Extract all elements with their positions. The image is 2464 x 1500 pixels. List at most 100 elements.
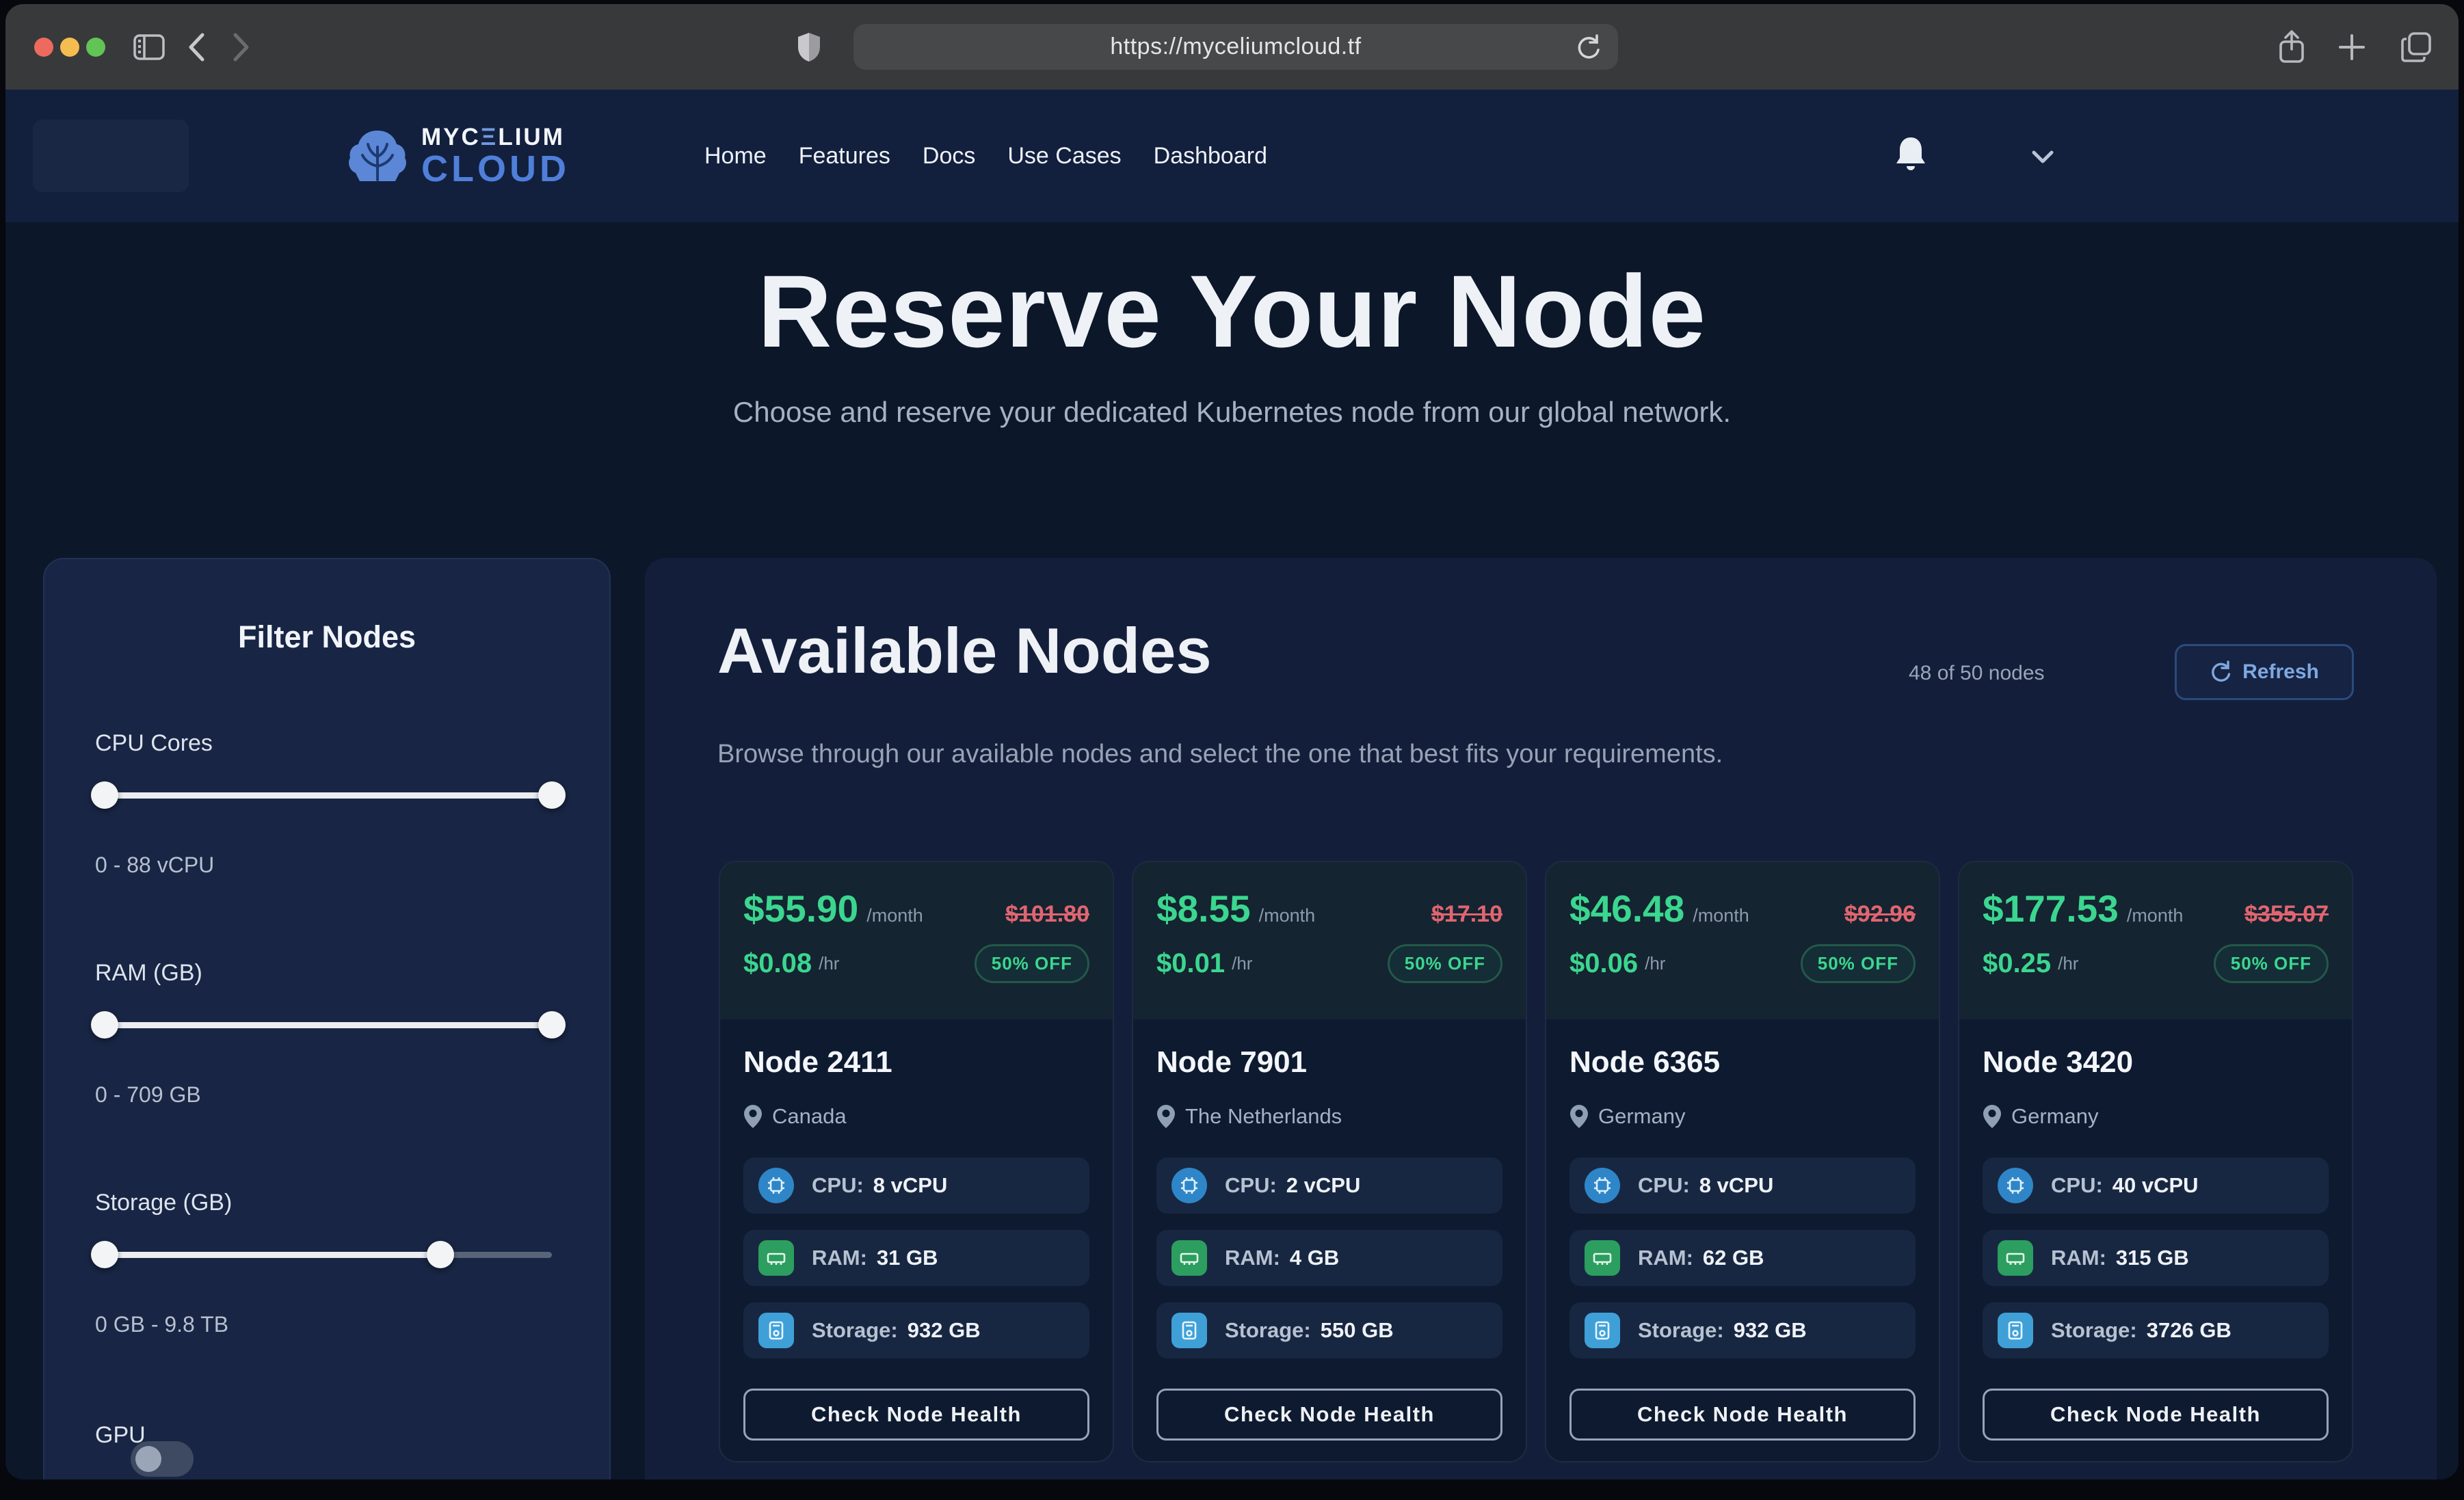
check-node-health-button[interactable]: Check Node Health [743, 1389, 1089, 1441]
cpu-spec-row: CPU: 8 vCPU [743, 1157, 1089, 1214]
storage-slider-max-handle[interactable] [427, 1241, 454, 1268]
share-icon[interactable] [2269, 4, 2314, 90]
node-location: Germany [1598, 1104, 1685, 1129]
storage-label: Storage: [812, 1318, 898, 1343]
logo-e-glyph: Ξ [481, 124, 499, 150]
price-monthly: $46.48 [1569, 887, 1684, 930]
ram-filter-range: 0 - 709 GB [95, 1082, 609, 1108]
section-description: Browse through our available nodes and s… [717, 740, 1723, 769]
price-header: $177.53 /month $355.07 $0.25 /hr 50% OFF [1959, 862, 2352, 1019]
nav-link-dashboard[interactable]: Dashboard [1154, 143, 1267, 170]
node-name: Node 6365 [1569, 1045, 1916, 1080]
storage-icon [758, 1313, 794, 1348]
ram-spec-row: RAM: 4 GB [1156, 1230, 1502, 1286]
check-node-health-button[interactable]: Check Node Health [1156, 1389, 1502, 1441]
minimize-window-button[interactable] [60, 38, 79, 57]
cpu-label: CPU: [1638, 1173, 1690, 1198]
node-name: Node 3420 [1983, 1045, 2329, 1080]
storage-range-slider[interactable] [105, 1234, 552, 1275]
cpu-value: 2 vCPU [1286, 1173, 1361, 1198]
refresh-label: Refresh [2242, 660, 2319, 684]
nav-link-features[interactable]: Features [799, 143, 890, 170]
nav-link-docs[interactable]: Docs [923, 143, 975, 170]
available-nodes-panel: Available Nodes 48 of 50 nodes Refresh B… [645, 558, 2437, 1479]
cpu-label: CPU: [1225, 1173, 1277, 1198]
discount-badge: 50% OFF [1388, 944, 1502, 983]
ram-slider-max-handle[interactable] [538, 1011, 566, 1039]
storage-spec-row: Storage: 550 GB [1156, 1302, 1502, 1358]
cpu-icon [1998, 1168, 2033, 1203]
new-tab-icon[interactable] [2329, 4, 2374, 90]
per-month-label: /month [1693, 905, 1749, 926]
slider-fill [105, 792, 552, 799]
site-logo[interactable]: MYCΞLIUM CLOUD [346, 110, 570, 202]
mycelium-logo-icon [346, 126, 409, 185]
browser-window: https://myceliumcloud.tf [5, 4, 2459, 1479]
node-location: The Netherlands [1185, 1104, 1342, 1129]
check-node-health-button[interactable]: Check Node Health [1983, 1389, 2329, 1441]
storage-spec-row: Storage: 932 GB [743, 1302, 1089, 1358]
forward-button[interactable] [223, 4, 260, 90]
ram-icon [758, 1240, 794, 1276]
storage-value: 550 GB [1321, 1318, 1394, 1343]
discount-badge: 50% OFF [1801, 944, 1916, 983]
storage-label: Storage: [1225, 1318, 1311, 1343]
site-navbar: MYCΞLIUM CLOUD Home Features Docs Use Ca… [5, 90, 2459, 222]
node-card: $55.90 /month $101.80 $0.08 /hr 50% OFF … [719, 861, 1114, 1462]
filter-panel: Filter Nodes CPU Cores 0 - 88 vCPU RAM (… [43, 558, 611, 1479]
account-chevron-down-icon[interactable] [2031, 150, 2054, 165]
ram-value: 62 GB [1703, 1246, 1764, 1270]
cpu-slider-min-handle[interactable] [91, 781, 118, 809]
location-pin-icon [1156, 1104, 1176, 1129]
address-bar[interactable]: https://myceliumcloud.tf [853, 24, 1618, 70]
price-hourly: $0.06 [1569, 948, 1638, 979]
close-window-button[interactable] [34, 38, 53, 57]
storage-filter-range: 0 GB - 9.8 TB [95, 1312, 609, 1337]
ram-spec-row: RAM: 31 GB [743, 1230, 1089, 1286]
nav-link-use-cases[interactable]: Use Cases [1007, 143, 1121, 170]
section-title: Available Nodes [717, 614, 1212, 688]
cpu-value: 40 vCPU [2112, 1173, 2199, 1198]
discount-badge: 50% OFF [975, 944, 1089, 983]
nodes-count: 48 of 50 nodes [1909, 662, 2045, 685]
ram-icon [1585, 1240, 1620, 1276]
ram-value: 4 GB [1290, 1246, 1339, 1270]
storage-value: 932 GB [908, 1318, 981, 1343]
node-card: $46.48 /month $92.96 $0.06 /hr 50% OFF N… [1545, 861, 1940, 1462]
per-month-label: /month [2127, 905, 2184, 926]
ram-value: 315 GB [2116, 1246, 2189, 1270]
cpu-range-slider[interactable] [105, 775, 552, 816]
refresh-button[interactable]: Refresh [2175, 644, 2354, 700]
notifications-bell-icon[interactable] [1893, 135, 1929, 176]
card-body: Node 6365 Germany CPU: 8 vCPU [1546, 1019, 1939, 1461]
sidebar-toggle-icon[interactable] [129, 4, 170, 90]
tab-overview-icon[interactable] [2392, 4, 2440, 90]
ram-label: RAM: [812, 1246, 867, 1270]
price-monthly: $55.90 [743, 887, 858, 930]
zoom-window-button[interactable] [86, 38, 105, 57]
cpu-label: CPU: [2051, 1173, 2103, 1198]
check-node-health-button[interactable]: Check Node Health [1569, 1389, 1916, 1441]
storage-value: 3726 GB [2147, 1318, 2231, 1343]
ram-range-slider[interactable] [105, 1004, 552, 1045]
reload-icon[interactable] [1576, 34, 1602, 61]
price-hourly: $0.01 [1156, 948, 1225, 979]
gpu-toggle[interactable] [131, 1441, 194, 1477]
ram-value: 31 GB [877, 1246, 938, 1270]
storage-slider-min-handle[interactable] [91, 1241, 118, 1268]
old-price: $92.96 [1844, 901, 1916, 928]
nav-link-home[interactable]: Home [704, 143, 767, 170]
node-card: $177.53 /month $355.07 $0.25 /hr 50% OFF… [1958, 861, 2353, 1462]
privacy-shield-icon[interactable] [785, 4, 833, 90]
price-hourly: $0.25 [1983, 948, 2051, 979]
card-body: Node 3420 Germany CPU: 40 vCPU [1959, 1019, 2352, 1461]
cpu-slider-max-handle[interactable] [538, 781, 566, 809]
price-monthly: $177.53 [1983, 887, 2119, 930]
toggle-knob [135, 1446, 161, 1472]
price-monthly: $8.55 [1156, 887, 1251, 930]
ram-slider-min-handle[interactable] [91, 1011, 118, 1039]
node-location: Germany [2011, 1104, 2098, 1129]
back-button[interactable] [178, 4, 215, 90]
refresh-icon [2210, 660, 2231, 684]
cpu-value: 8 vCPU [873, 1173, 948, 1198]
